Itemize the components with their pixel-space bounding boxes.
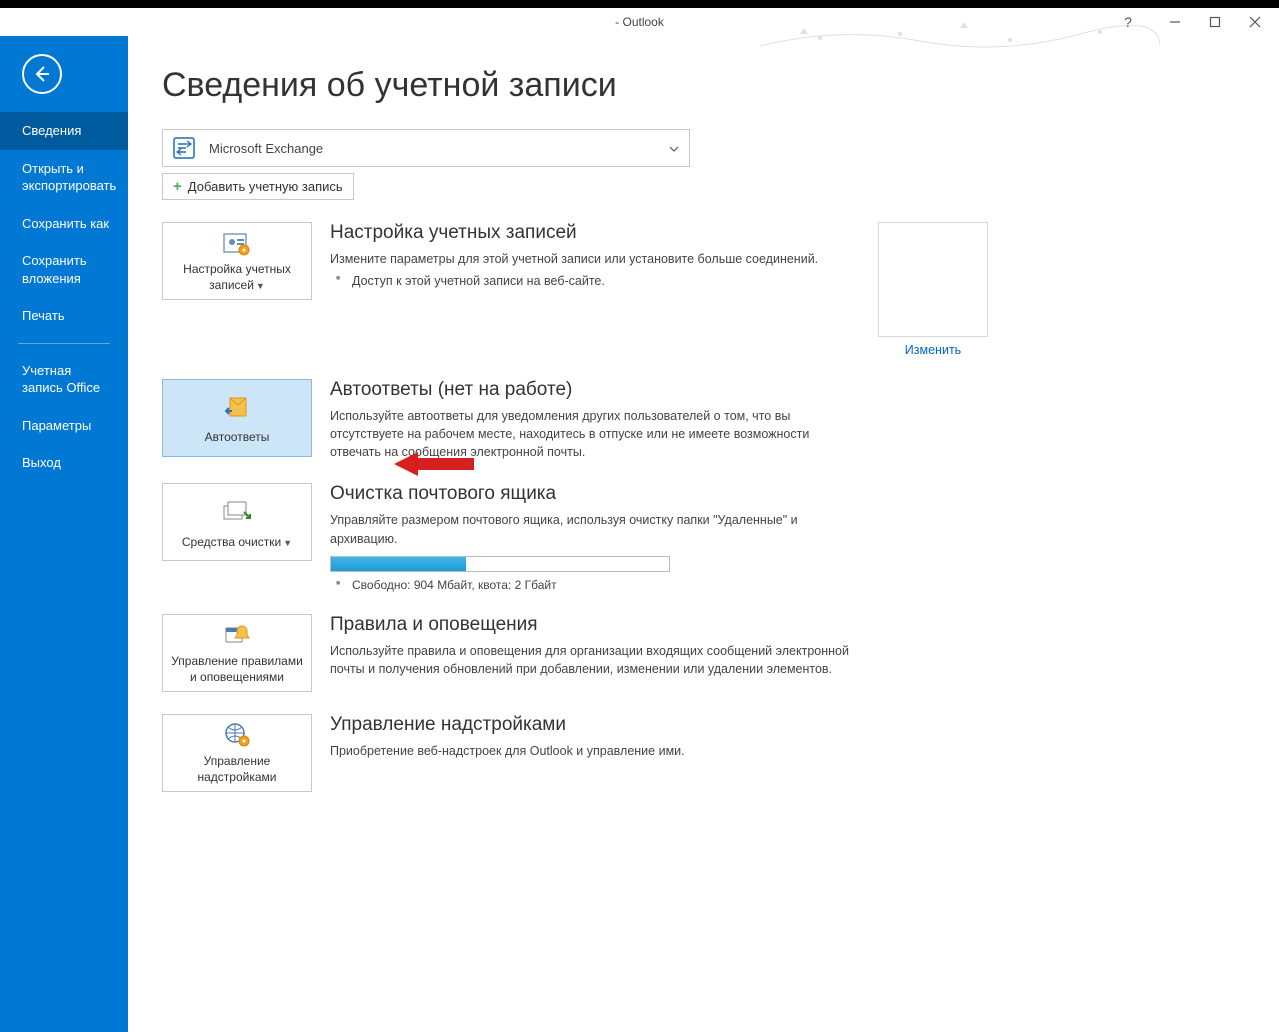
rules-desc: Используйте правила и оповещения для орг…	[330, 642, 850, 678]
add-account-button[interactable]: + Добавить учетную запись	[162, 173, 354, 200]
nav-office-account[interactable]: Учетная запись Office	[0, 352, 128, 407]
chevron-down-icon: ▼	[256, 281, 265, 291]
add-account-label: Добавить учетную запись	[188, 179, 343, 194]
account-settings-heading: Настройка учетных записей	[330, 222, 850, 244]
rules-icon	[221, 622, 253, 648]
nav-save-as[interactable]: Сохранить как	[0, 205, 128, 243]
nav-separator	[18, 343, 110, 344]
account-settings-bullet: Доступ к этой учетной записи на веб-сайт…	[330, 272, 850, 290]
rules-heading: Правила и оповещения	[330, 614, 850, 636]
account-settings-icon	[221, 230, 253, 256]
autoreply-heading: Автоответы (нет на работе)	[330, 379, 850, 401]
app-top-strip	[0, 0, 1279, 8]
back-button[interactable]	[22, 54, 62, 94]
chevron-down-icon	[669, 139, 679, 157]
title-bar: - Outlook ?	[0, 8, 1279, 36]
account-dropdown-label: Microsoft Exchange	[209, 141, 323, 156]
window-title: - Outlook	[615, 15, 664, 29]
addins-button-label: Управление надстройками	[169, 754, 305, 785]
backstage-sidebar: Сведения Открыть и экспортировать Сохран…	[0, 36, 128, 1032]
account-settings-desc: Измените параметры для этой учетной запи…	[330, 250, 850, 268]
close-button[interactable]	[1237, 11, 1273, 33]
addins-heading: Управление надстройками	[330, 714, 850, 736]
nav-exit[interactable]: Выход	[0, 444, 128, 482]
account-photo-placeholder	[878, 222, 988, 337]
mailbox-quota-text: Свободно: 904 Мбайт, квота: 2 Гбайт	[330, 578, 850, 592]
autoreply-desc: Используйте автоответы для уведомления д…	[330, 407, 850, 461]
maximize-button[interactable]	[1197, 11, 1233, 33]
rules-button-label: Управление правилами и оповещениями	[169, 654, 305, 685]
chevron-down-icon: ▼	[283, 538, 292, 548]
minimize-button[interactable]	[1157, 11, 1193, 33]
mailbox-quota-bar	[330, 556, 670, 572]
autoreply-button[interactable]: Автоответы	[162, 379, 312, 457]
account-settings-button[interactable]: Настройка учетных записей▼	[162, 222, 312, 300]
nav-info[interactable]: Сведения	[0, 112, 128, 150]
manage-addins-button[interactable]: Управление надстройками	[162, 714, 312, 792]
exchange-icon	[173, 137, 195, 159]
change-photo-link[interactable]: Изменить	[905, 343, 961, 357]
account-dropdown[interactable]: Microsoft Exchange	[162, 129, 690, 167]
cleanup-desc: Управляйте размером почтового ящика, исп…	[330, 511, 850, 547]
cleanup-icon	[221, 497, 253, 529]
nav-open-export[interactable]: Открыть и экспортировать	[0, 150, 128, 205]
autoreply-button-label: Автоответы	[205, 430, 270, 446]
addins-icon	[221, 722, 253, 748]
plus-icon: +	[173, 178, 182, 195]
nav-options[interactable]: Параметры	[0, 407, 128, 445]
autoreply-icon	[221, 392, 253, 424]
nav-print[interactable]: Печать	[0, 297, 128, 335]
rules-alerts-button[interactable]: Управление правилами и оповещениями	[162, 614, 312, 692]
addins-desc: Приобретение веб-надстроек для Outlook и…	[330, 742, 850, 760]
cleanup-tools-button[interactable]: Средства очистки▼	[162, 483, 312, 561]
help-button[interactable]: ?	[1113, 11, 1143, 33]
content-area: Сведения об учетной записи Microsoft Exc…	[128, 36, 1279, 1032]
page-title: Сведения об учетной записи	[162, 66, 1249, 105]
cleanup-heading: Очистка почтового ящика	[330, 483, 850, 505]
nav-save-attachments[interactable]: Сохранить вложения	[0, 242, 128, 297]
